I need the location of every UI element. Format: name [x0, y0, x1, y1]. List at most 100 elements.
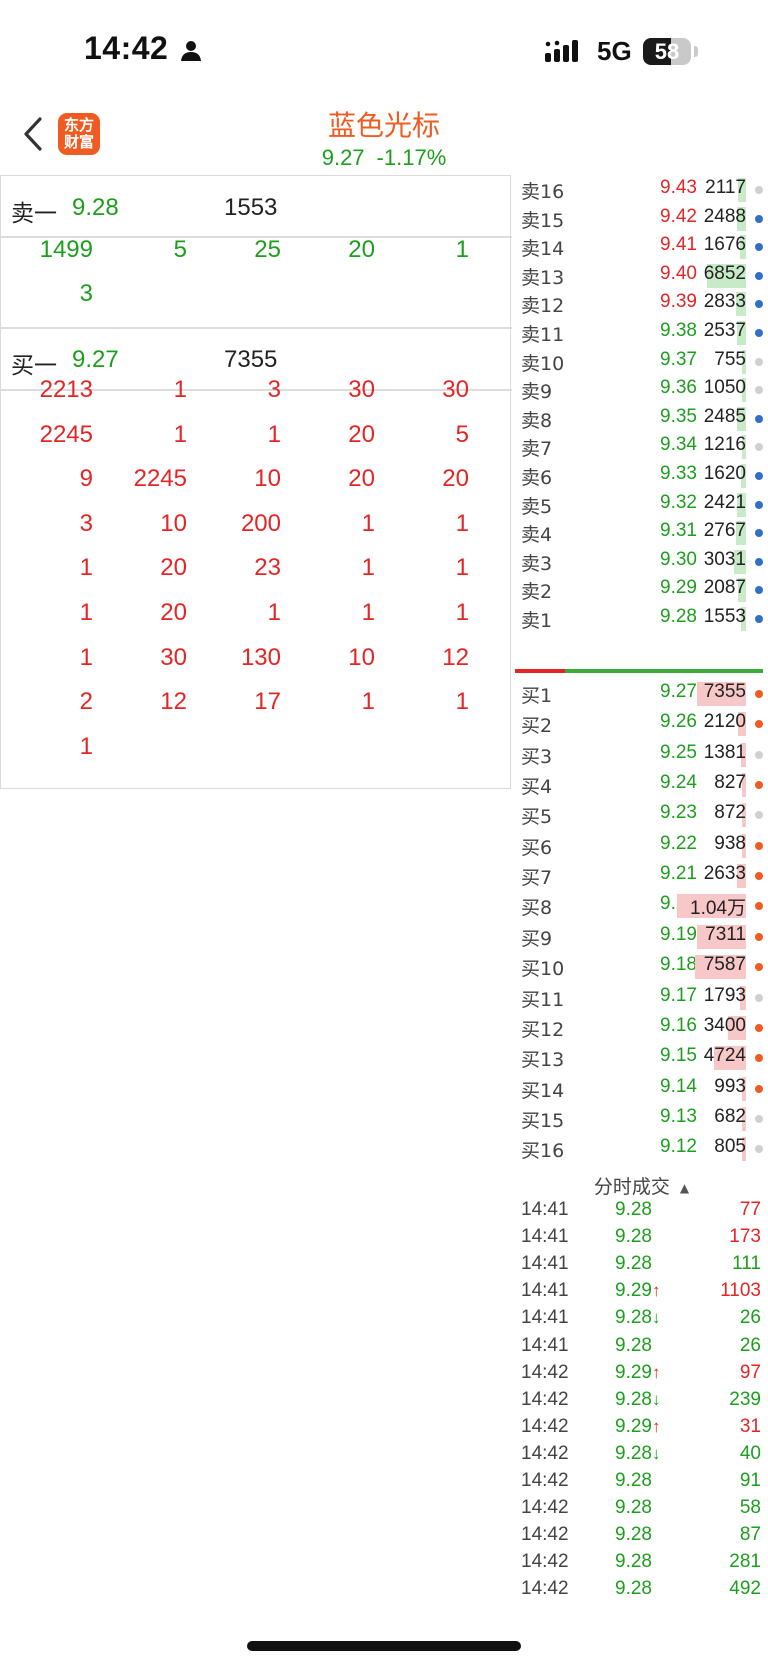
bid-level-row: 买9 9.19 7311	[515, 922, 768, 952]
status-dot-icon	[755, 1114, 763, 1123]
queue-cell: 1	[455, 236, 469, 263]
level-price: 9.35	[660, 405, 697, 427]
ask-level-row: 卖13 9.40 6852	[515, 261, 768, 291]
queue-cell: 1	[361, 688, 375, 716]
trade-price: 9.28	[615, 1524, 652, 1546]
level-volume: 2767	[703, 520, 746, 542]
queue-cell: 10	[348, 643, 375, 671]
level-volume: 1620	[703, 463, 746, 484]
trade-row: 14:42 9.29↑ 97	[515, 1361, 768, 1388]
level-price: 9.12	[660, 1136, 697, 1158]
trade-row: 14:42 9.28↓ 40	[515, 1442, 768, 1469]
trade-time: 14:42	[521, 1470, 569, 1491]
trade-time: 14:41	[521, 1334, 569, 1356]
level-label: 卖2	[521, 581, 553, 604]
trade-price: 9.28	[615, 1199, 652, 1221]
bid1-price: 9.27	[72, 346, 119, 373]
status-dot-icon	[755, 329, 763, 337]
queue-cell: 10	[160, 509, 187, 537]
trade-volume: 97	[739, 1361, 761, 1383]
trade-volume: 281	[729, 1551, 761, 1573]
level-price: 9.13	[660, 1105, 697, 1127]
queue-cell: 20	[348, 420, 375, 448]
trades-toggle[interactable]: 分时成交 ▲	[515, 1172, 768, 1199]
bid-level-row: 买6 9.22 938	[515, 831, 768, 861]
trade-row: 14:42 9.28↓ 239	[515, 1388, 768, 1415]
level-price: 9.41	[660, 234, 697, 256]
queue-cell: 20	[442, 465, 469, 493]
queue-cell: 30	[160, 643, 187, 671]
status-dot-icon	[755, 386, 763, 395]
level-volume: 2488	[703, 205, 746, 227]
status-dot-icon	[755, 271, 763, 280]
bid-level-row: 买5 9.23 872	[515, 800, 768, 830]
bid-level-row: 买3 9.25 1381	[515, 740, 768, 770]
trade-price-value: 9.28	[615, 1334, 652, 1356]
level-label: 买1	[521, 685, 553, 707]
level-label: 卖11	[521, 324, 565, 346]
status-dot-icon	[755, 586, 763, 595]
level-volume: 938	[714, 832, 746, 854]
ask-level-row: 卖2 9.29 2087	[515, 575, 768, 605]
level-volume: 6852	[703, 262, 746, 284]
level-price: 9.28	[660, 606, 697, 627]
trade-volume: 40	[739, 1442, 761, 1464]
status-dot-icon	[755, 720, 763, 729]
level-price: 9.25	[660, 741, 697, 763]
trade-row: 14:42 9.28 58	[515, 1496, 768, 1523]
queue-cell: 5	[455, 420, 469, 448]
level-label: 买4	[521, 776, 553, 799]
status-dot-icon	[755, 1084, 763, 1093]
status-dot-icon	[755, 993, 763, 1002]
level-label: 卖9	[521, 381, 553, 404]
caret-up-icon: ▲	[679, 1180, 690, 1195]
level-volume: 1381	[703, 741, 746, 763]
status-dot-icon	[755, 690, 763, 698]
queue-cell: 20	[348, 236, 375, 263]
status-dot-icon	[755, 750, 763, 759]
trades-title: 分时成交	[593, 1176, 670, 1198]
queue-cell: 1	[173, 376, 187, 403]
trade-time: 14:42	[521, 1361, 569, 1383]
queue-cell: 12	[442, 643, 469, 671]
trade-row: 14:42 9.28 91	[515, 1469, 768, 1496]
queue-cell: 1	[361, 509, 375, 537]
queue-cell: 1	[361, 599, 375, 626]
status-dot-icon	[755, 500, 763, 509]
trade-volume: 91	[739, 1470, 761, 1491]
trade-price: 9.28	[615, 1470, 652, 1492]
trade-price-value: 9.29	[615, 1280, 652, 1302]
trade-row: 14:41 9.28 77	[515, 1198, 768, 1225]
level-volume: 1050	[703, 377, 746, 399]
level-volume: 3400	[703, 1014, 746, 1036]
level-label: 买14	[521, 1079, 565, 1102]
trade-time: 14:41	[521, 1199, 569, 1220]
level-volume: 4724	[703, 1045, 746, 1067]
level-volume: 7587	[703, 954, 746, 976]
status-dot-icon	[755, 872, 763, 881]
level-label: 卖1	[521, 610, 553, 632]
trade-time: 14:41	[521, 1307, 569, 1329]
queue-cell: 3	[79, 280, 93, 307]
arrow-down-icon: ↓	[651, 1389, 661, 1409]
level-label: 卖14	[521, 238, 565, 261]
level-price: 9.39	[660, 291, 697, 313]
level-volume: 2087	[703, 577, 746, 599]
stock-quote: 9.27 -1.17%	[0, 145, 768, 171]
trade-time: 14:42	[521, 1415, 569, 1437]
trade-price: 9.28	[615, 1497, 652, 1519]
status-dot-icon	[755, 243, 763, 252]
level-label: 卖5	[521, 495, 553, 518]
queue-cell: 1	[79, 599, 93, 626]
home-indicator[interactable]	[247, 1641, 521, 1651]
status-dot-icon	[755, 557, 763, 566]
level-price: 9.21	[660, 863, 697, 885]
trade-price: 9.28↓	[615, 1389, 660, 1411]
ask-level-row: 卖6 9.33 1620	[515, 461, 768, 491]
stock-price: 9.27	[321, 145, 365, 170]
level-volume: 682	[714, 1105, 746, 1127]
level-price: 9.15	[660, 1045, 697, 1067]
buy-sell-ratio-bar	[515, 669, 763, 673]
battery-cap	[694, 46, 698, 57]
trade-price: 9.29↑	[615, 1280, 660, 1302]
